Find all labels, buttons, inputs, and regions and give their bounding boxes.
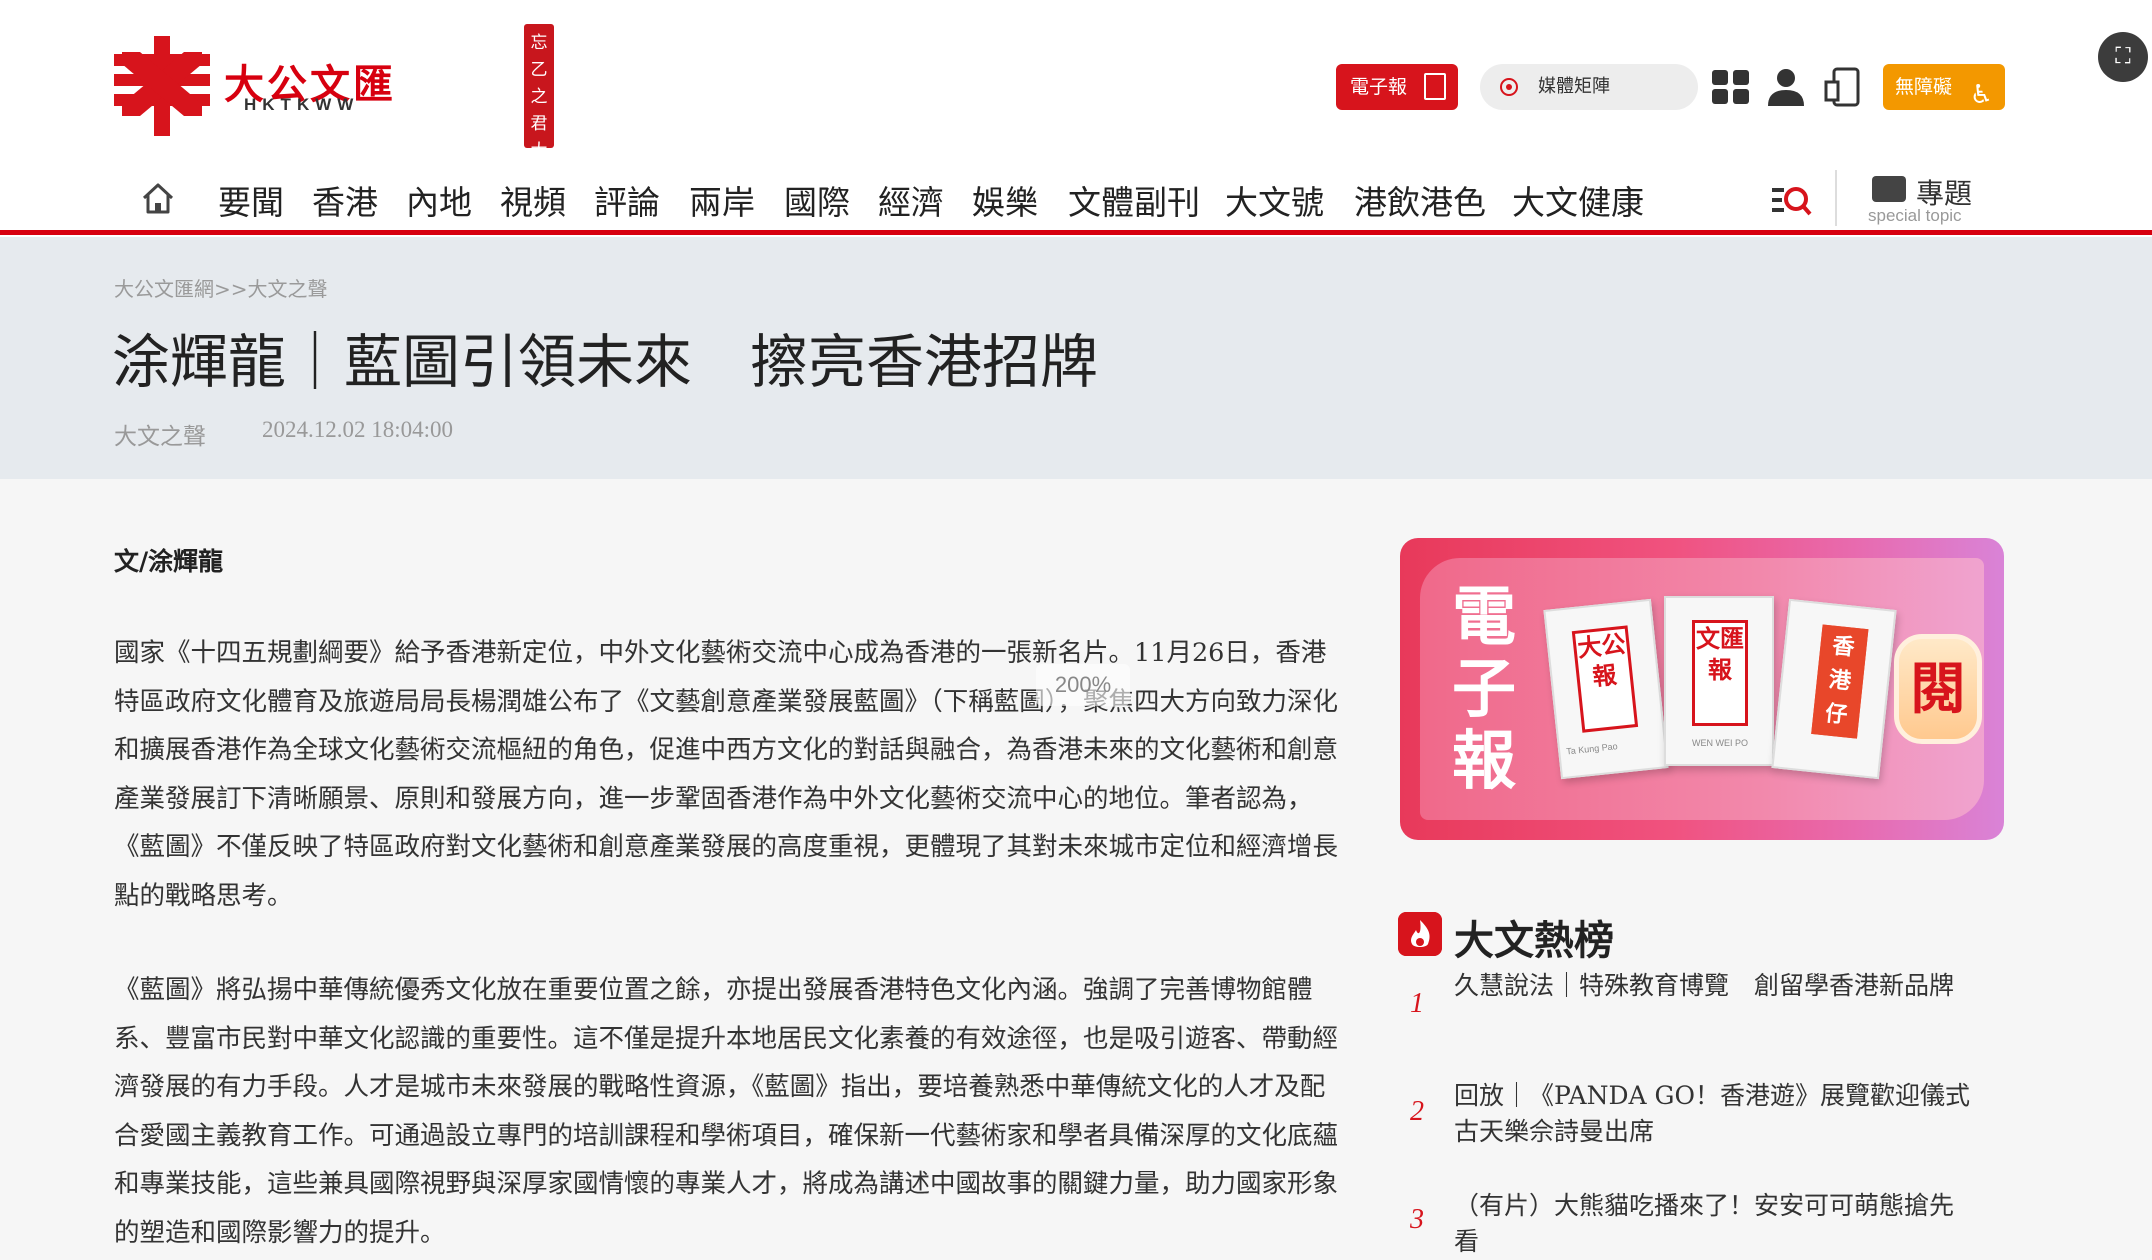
nav-item-culture-supplement[interactable]: 文體副刊 <box>1068 176 1200 224</box>
home-icon[interactable] <box>140 180 176 216</box>
epaper-button[interactable]: 電子報 <box>1336 64 1458 110</box>
hot-item-text[interactable]: 久慧說法｜特殊教育博覽 創留學香港新品牌 <box>1454 968 1974 1004</box>
nav-red-underline <box>0 230 2152 235</box>
breadcrumb[interactable]: 大公文匯網>>大文之聲 <box>114 273 328 302</box>
epaper-label: 電子報 <box>1350 76 1408 98</box>
hot-item-text[interactable]: 回放｜《PANDA GO！香港遊》展覽歡迎儀式 古天樂佘詩曼出席 <box>1454 1078 1995 1150</box>
article-paragraph: 國家《十四五規劃綱要》給予香港新定位，中外文化藝術交流中心成為香港的一張新名片。… <box>114 638 1339 911</box>
zoom-indicator: 200% <box>1036 664 1130 706</box>
paper-title: 大公報 <box>1571 625 1639 733</box>
nav-item-entertainment[interactable]: 娛樂 <box>972 176 1038 224</box>
page-title: 涂輝龍｜藍圖引領未來 擦亮香港招牌 <box>112 328 1099 396</box>
paper-footer: Ta Kung Pao <box>1565 741 1619 757</box>
topic-sublabel: special topic <box>1868 206 1962 225</box>
takungpao-paper: 大公報 Ta Kung Pao <box>1543 598 1669 780</box>
user-icon[interactable] <box>1765 66 1807 108</box>
hot-list-title: 大文熱榜 <box>1454 917 1614 964</box>
hot-rank: 1 <box>1410 988 1424 1019</box>
nav-item-cross-strait[interactable]: 兩岸 <box>689 176 755 224</box>
nav-item-international[interactable]: 國際 <box>784 176 850 224</box>
nav-item-food-drink[interactable]: 港飲港色 <box>1354 176 1486 224</box>
hot-rank: 3 <box>1410 1204 1424 1235</box>
article-source[interactable]: 大文之聲 <box>114 417 206 451</box>
calligraphy-seal: 忘乙之君大 <box>524 24 554 161</box>
hot-rank: 2 <box>1410 1096 1424 1127</box>
wheelchair-icon: ♿ <box>1969 80 1993 110</box>
main-nav: 要聞 香港 內地 視頻 評論 兩岸 國際 經濟 娛樂 文體副刊 大文號 港飲港色… <box>0 170 2152 230</box>
nav-item-health[interactable]: 大文健康 <box>1512 176 1644 224</box>
flame-icon <box>1398 912 1442 956</box>
paper-title: 文匯報 <box>1692 620 1748 726</box>
site-header: 大公文匯 HKTKWW 忘乙之君大 電子報 媒體矩陣 無障礙 ♿ 要聞 香港 內… <box>0 0 2152 240</box>
media-matrix-button[interactable]: 媒體矩陣 <box>1480 64 1698 110</box>
nav-item-opinion[interactable]: 評論 <box>594 176 660 224</box>
wenweipo-paper: 文匯報 WEN WEI PO <box>1664 596 1774 766</box>
app-grid-icon[interactable] <box>1710 66 1752 108</box>
nav-divider <box>1835 170 1837 226</box>
newspaper-icon <box>1424 73 1446 100</box>
topic-chat-icon <box>1872 176 1906 202</box>
nav-item-economy[interactable]: 經濟 <box>878 176 944 224</box>
hot-item-text[interactable]: （有片）大熊貓吃播來了！安安可可萌態搶先看 <box>1454 1188 1974 1260</box>
mobile-app-icon[interactable] <box>1822 66 1864 108</box>
hktkww-logo-icon[interactable] <box>114 36 210 136</box>
article-datetime: 2024.12.02 18:04:00 <box>262 417 454 442</box>
search-menu-icon[interactable] <box>1770 180 1812 220</box>
accessibility-label: 無障礙 <box>1895 76 1953 98</box>
translate-screenshot-icon[interactable]: ⛶ <box>2098 32 2148 82</box>
banner-title: 電子報 <box>1452 580 1516 799</box>
media-dot-icon <box>1500 78 1518 96</box>
paper-footer: WEN WEI PO <box>1692 738 1748 748</box>
nav-item-mainland[interactable]: 內地 <box>406 176 472 224</box>
nav-item-hongkong[interactable]: 香港 <box>312 176 378 224</box>
article-paragraph: 《藍圖》將弘揚中華傳統優秀文化放在重要位置之餘，亦提出發展香港特色文化內涵。強調… <box>114 975 1339 1248</box>
epaper-banner[interactable]: 電子報 大公報 Ta Kung Pao 文匯報 WEN WEI PO 香港仔 閱 <box>1400 538 2004 840</box>
article-title-band: 大公文匯網>>大文之聲 涂輝龍｜藍圖引領未來 擦亮香港招牌 大文之聲 2024.… <box>0 237 2152 479</box>
media-matrix-label: 媒體矩陣 <box>1538 76 1610 97</box>
paper-title: 香港仔 <box>1811 624 1869 739</box>
nav-item-video[interactable]: 視頻 <box>500 176 566 224</box>
accessibility-button[interactable]: 無障礙 ♿ <box>1883 64 2005 110</box>
read-button[interactable]: 閱 <box>1894 634 1982 744</box>
hongkongzai-paper: 香港仔 <box>1771 598 1897 780</box>
article-author: 文/涂輝龍 <box>114 547 224 576</box>
special-topic-link[interactable]: 專題 special topic <box>1868 172 1978 225</box>
logo-subtitle: HKTKWW <box>244 95 360 114</box>
nav-item-dawen-hao[interactable]: 大文號 <box>1225 176 1324 224</box>
nav-item-news[interactable]: 要聞 <box>218 176 284 224</box>
